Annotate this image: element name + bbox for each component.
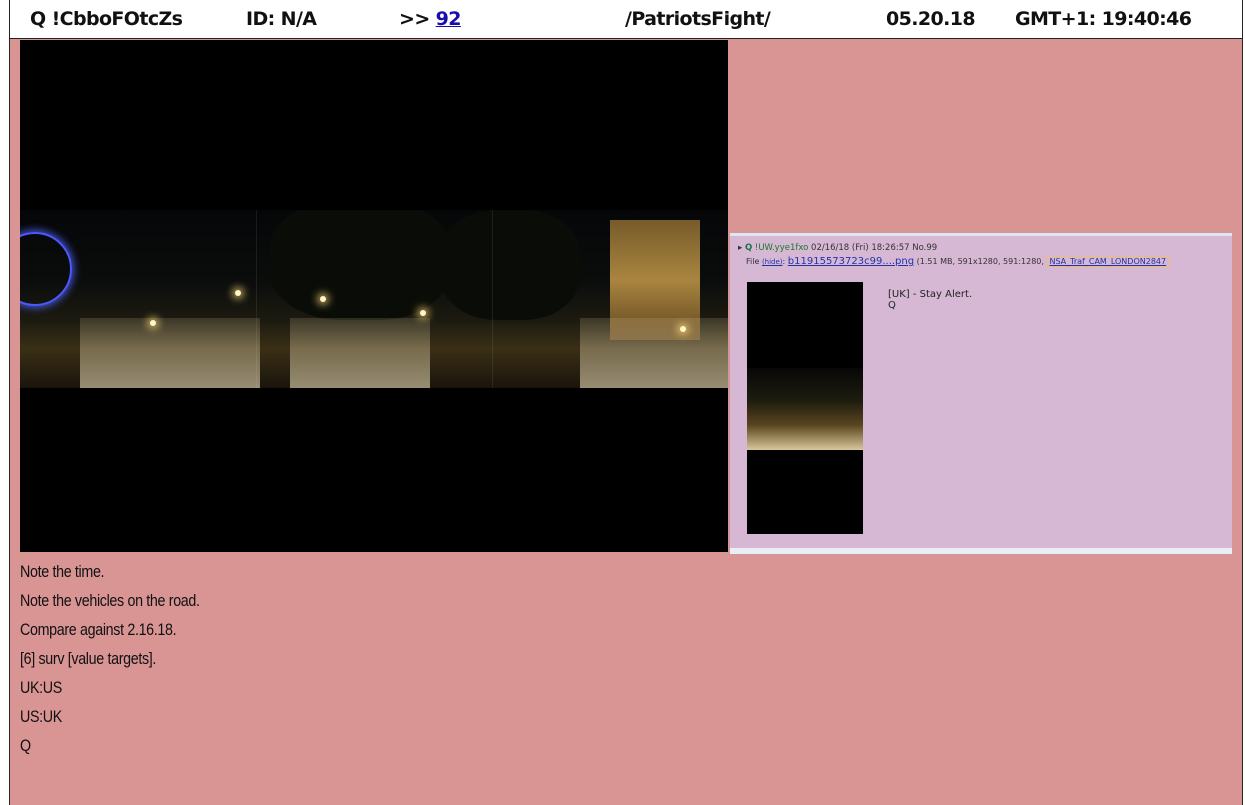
embedded-message-line: Q [888, 300, 896, 311]
reference-link[interactable]: 92 [436, 8, 462, 30]
file-meta: (1.51 MB, 591x1280, 591:1280, [916, 257, 1044, 266]
road-shape [290, 318, 430, 388]
author-tripcode: Q !CbboFOtcZs [30, 8, 183, 30]
embedded-file-line: File (hide): b11915573723c99....png (1.5… [746, 256, 1170, 267]
embedded-author: Q [744, 243, 753, 253]
street-lamp [420, 310, 426, 316]
embedded-post-screenshot[interactable]: ▸ Q !UW.yye1fxo 02/16/18 (Fri) 18:26:57 … [730, 233, 1232, 554]
road-shape [580, 318, 728, 388]
embedded-bottom-bar [730, 548, 1232, 554]
post-header: Q !CbboFOtcZs ID: N/A >> 92 /PatriotsFig… [10, 0, 1242, 39]
street-lamp [150, 320, 156, 326]
embedded-message-line: [UK] - Stay Alert. [888, 289, 973, 300]
embedded-thumbnail[interactable] [747, 282, 863, 534]
post-reference: >> 92 [399, 8, 462, 30]
embedded-datetime: 02/16/18 (Fri) 18:26:57 No.99 [811, 243, 938, 253]
post-time: GMT+1: 19:40:46 [1015, 8, 1192, 30]
post-line: Note the time. [20, 562, 105, 581]
street-lamp [320, 296, 326, 302]
street-lamp [680, 326, 686, 332]
post-line: Note the vehicles on the road. [20, 591, 200, 610]
night-traffic-panorama-image[interactable] [20, 40, 728, 552]
file-label: File [746, 257, 760, 266]
file-link[interactable]: b11915573723c99....png [788, 256, 914, 267]
post-body: Note the time. Note the vehicles on the … [20, 557, 234, 760]
post-date: 05.20.18 [886, 8, 976, 30]
post-line: UK:US [20, 678, 62, 697]
street-lamp [235, 290, 241, 296]
file-source-name[interactable]: NSA_Traf_CAM_LONDON2847 [1046, 256, 1170, 267]
post-container: Q !CbboFOtcZs ID: N/A >> 92 /PatriotsFig… [9, 0, 1243, 805]
post-signature: Q [20, 736, 31, 755]
embedded-message: [UK] - Stay Alert. Q [888, 289, 972, 311]
road-shape [80, 318, 260, 388]
post-line: [6] surv [value targets]. [20, 649, 157, 668]
post-line: US:UK [20, 707, 62, 726]
board-name: /PatriotsFight/ [625, 8, 771, 30]
hide-link[interactable]: (hide) [762, 258, 783, 266]
poster-id: ID: N/A [246, 8, 317, 30]
post-line: Compare against 2.16.18. [20, 620, 177, 639]
thumbnail-traffic-image [747, 368, 863, 450]
panorama-strip [20, 210, 728, 388]
embedded-post-header: ▸ Q !UW.yye1fxo 02/16/18 (Fri) 18:26:57 … [738, 243, 938, 253]
embedded-tripcode: !UW.yye1fxo [754, 243, 809, 253]
reference-prefix: >> [399, 8, 430, 30]
